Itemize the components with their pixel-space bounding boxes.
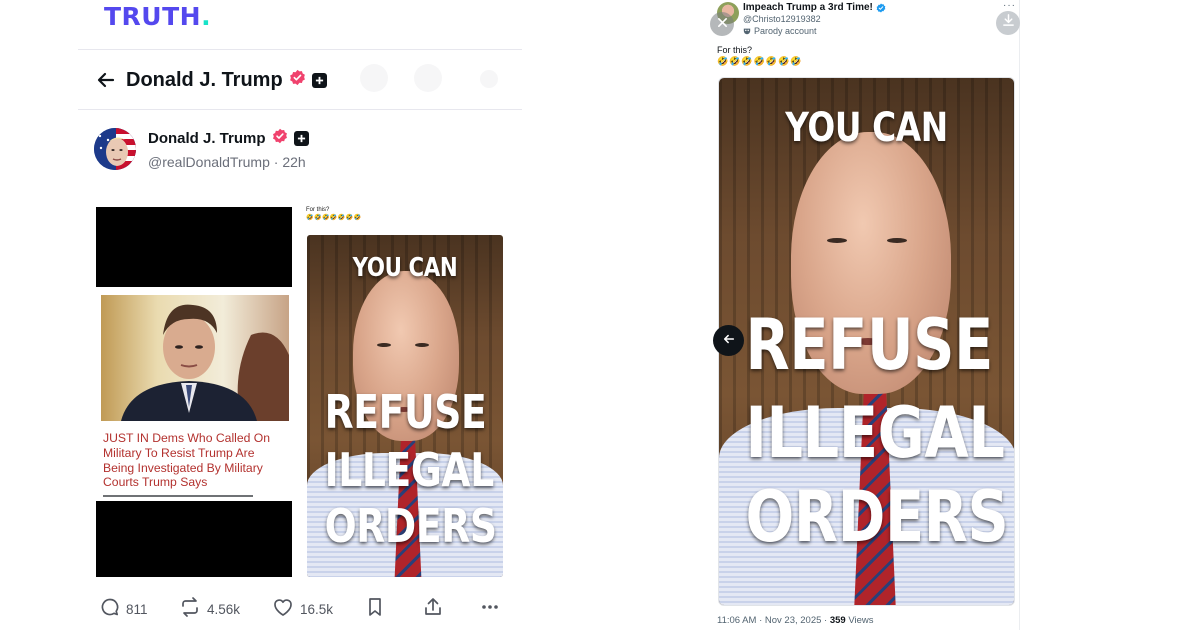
author-handle[interactable]: @realDonaldTrump [148,154,270,170]
share-icon [423,597,443,622]
article-headline: JUST IN Dems Who Called On Military To R… [103,431,271,490]
ellipsis-icon [480,597,500,622]
retruth-count: 4.56k [207,601,241,617]
faded-header-icon[interactable] [360,64,388,92]
more-options-button[interactable] [480,597,500,621]
reply-count: 811 [126,601,148,617]
retruth-icon [179,596,201,622]
faded-header-icon[interactable] [414,64,442,92]
like-button[interactable]: 16.5k [272,597,333,621]
plus-badge-icon [293,130,309,146]
verified-badge-icon [289,69,306,91]
previous-button[interactable] [713,325,744,356]
plus-badge-icon [311,72,327,88]
more-options-icon[interactable]: ··· [1003,0,1016,11]
article-photo [101,295,289,421]
poster-text-line2: REFUSE [745,304,994,386]
poster-text-line2: REFUSE [324,385,487,439]
article-card: JUST IN Dems Who Called On Military To R… [96,287,292,501]
x-post-text: For this? [717,45,753,55]
post-age[interactable]: 22h [282,154,305,170]
profile-header: Donald J. Trump [94,64,327,96]
author-name[interactable]: Donald J. Trump [148,130,266,147]
post-author: Donald J. Trump @realDonaldTrump · 22h [94,128,309,170]
share-button[interactable] [423,597,443,621]
x-post-video[interactable]: YOU CAN REFUSE ILLEGAL ORDERS [718,77,1015,606]
time-separator: · [269,154,283,170]
attached-repost-image[interactable]: For this? 🤣🤣🤣🤣🤣🤣🤣 YOU CAN REFUSE ILLEGAL… [306,207,504,577]
x-post-meta: 11:06 AM · Nov 23, 2025 · 359 Views [717,615,874,626]
x-views-count: 359 [829,615,846,626]
repost-caption: For this? [306,207,330,213]
attached-article-image[interactable]: JUST IN Dems Who Called On Military To R… [96,207,292,577]
faded-header-icon[interactable] [480,70,498,88]
reply-button[interactable]: 811 [100,597,148,621]
x-timestamp[interactable]: 11:06 AM · Nov 23, 2025 · [717,615,830,626]
verified-badge-icon [876,3,886,13]
bookmark-icon [366,597,384,622]
reply-icon [100,597,120,622]
truth-social-panel: TRUTH. Donald J. Trump Donald J. Trump @… [78,0,522,630]
avatar[interactable] [94,128,136,170]
parody-label-text: Parody account [754,26,817,36]
back-arrow-icon[interactable] [94,68,118,92]
x-post-emoji: 🤣🤣🤣🤣🤣🤣🤣 [717,56,803,66]
retruth-button[interactable]: 4.56k [179,596,241,622]
truth-social-logo[interactable]: TRUTH. [104,4,211,30]
poster-text-line4: ORDERS [745,476,1009,558]
download-button[interactable] [996,11,1020,35]
parody-label: Parody account [743,26,817,36]
author-handle-line: @realDonaldTrump · 22h [148,154,309,170]
refuse-orders-poster: YOU CAN REFUSE ILLEGAL ORDERS [719,78,1014,605]
arrow-left-icon [723,332,735,350]
composite-screenshot: TRUTH. Donald J. Trump Donald J. Trump @… [0,0,1200,630]
download-icon [1002,14,1015,32]
x-display-name-row: Impeach Trump a 3rd Time! [743,2,886,13]
poster-text-line3: ILLEGAL [324,443,495,497]
header-title: Donald J. Trump [126,68,283,91]
poster-text-line1: YOU CAN [352,253,458,283]
poster-text-line3: ILLEGAL [745,392,1005,474]
article-subtext [103,492,285,501]
heart-icon [272,597,294,622]
verified-badge-icon [272,128,288,149]
close-button[interactable] [710,12,734,36]
poster-text-line4: ORDERS [324,499,497,553]
x-views-label: Views [845,615,874,626]
x-display-name[interactable]: Impeach Trump a 3rd Time! [743,2,873,13]
header-divider [78,109,522,110]
close-icon [717,15,728,33]
x-handle[interactable]: @Christo12919382 [743,14,821,24]
x-post-panel: Impeach Trump a 3rd Time! @Christo129193… [703,0,1020,630]
post-actions: 811 4.56k 16.5k [100,596,510,622]
mask-icon [743,27,751,35]
repost-emoji: 🤣🤣🤣🤣🤣🤣🤣 [306,215,362,221]
like-count: 16.5k [300,601,334,617]
bookmark-button[interactable] [366,597,384,621]
refuse-orders-poster: YOU CAN REFUSE ILLEGAL ORDERS [307,235,503,577]
header-divider [78,49,522,50]
poster-text-line1: YOU CAN [785,105,948,151]
